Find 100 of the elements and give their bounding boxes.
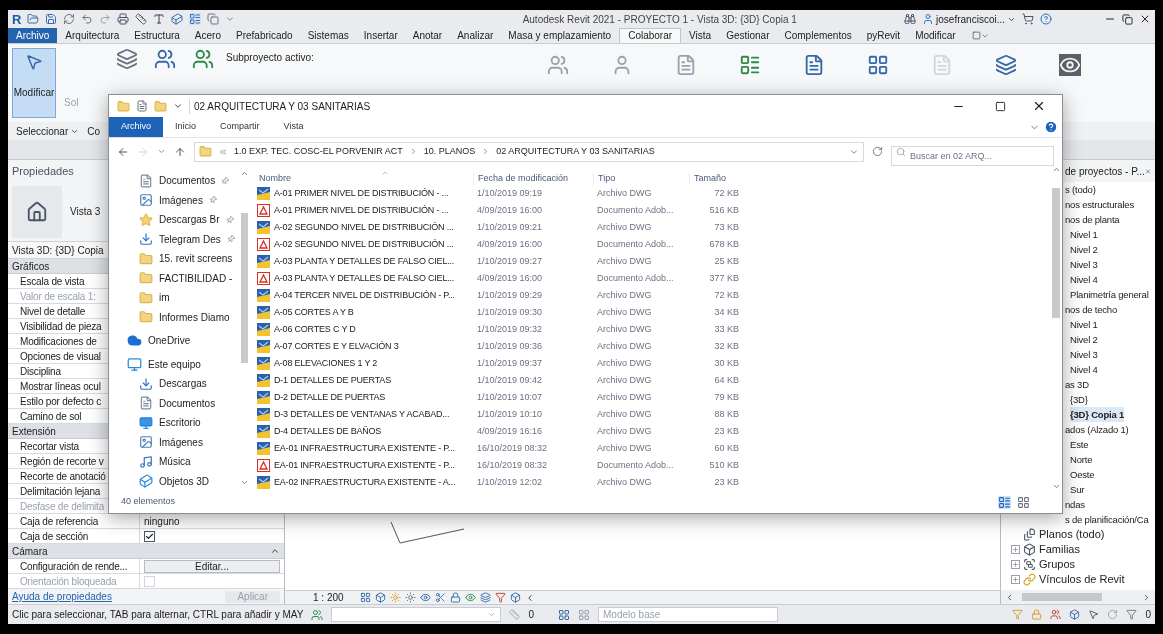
address-bar[interactable]: 1.0 EXP. TEC. COSC-EL PORVENIR ACT 10. PLANOS 02 ARQUITECTURA Y 03 SANITARIAS — [194, 141, 864, 162]
file-row[interactable]: A-06 CORTES C Y D 1/10/2019 09:32 Archivo DWG 33 KB — [257, 321, 1050, 338]
tree-item[interactable]: {3D} — [1070, 392, 1088, 407]
tree-item[interactable]: Nivel 4 — [1070, 362, 1098, 377]
detail-level-icon[interactable] — [359, 592, 371, 603]
nav-item[interactable]: Informes Diamo — [159, 309, 230, 325]
nav-item[interactable]: Telegram Des — [159, 231, 221, 247]
nav-scrollbar[interactable] — [239, 169, 249, 487]
visual-style-icon[interactable] — [374, 592, 386, 603]
view-scale[interactable]: 1 : 200 — [293, 590, 356, 605]
ribbon-tab[interactable]: pyRevit — [859, 28, 908, 43]
nav-item[interactable]: Imágenes — [159, 434, 203, 450]
tree-item[interactable]: s de planificación/Ca — [1065, 512, 1149, 527]
ribbon-tab[interactable]: Compartir — [208, 117, 272, 137]
drag-icon[interactable] — [1088, 609, 1100, 620]
ribbon-tab[interactable]: Masa y emplazamiento — [501, 28, 619, 43]
tree-item[interactable]: Vínculos de Revit — [1039, 571, 1125, 588]
scroll-right-icon[interactable] — [1142, 592, 1151, 602]
close-icon[interactable] — [1139, 13, 1151, 25]
breadcrumb[interactable]: 02 ARQUITECTURA Y 03 SANITARIAS — [496, 144, 655, 159]
nav-item[interactable]: Música — [159, 454, 191, 470]
layers-icon[interactable] — [995, 54, 1017, 76]
tree-item[interactable]: Nivel 2 — [1070, 332, 1098, 347]
tree-item[interactable]: Oeste — [1070, 467, 1095, 482]
tree-item[interactable]: nos estructurales — [1065, 197, 1134, 212]
customize-icon[interactable] — [173, 101, 183, 111]
file-row[interactable]: EA-01 INFRAESTRUCTURA EXISTENTE - P... 16/10/2019 08:32 Archivo DWG 60 KB — [257, 440, 1050, 457]
large-icons-view-icon[interactable] — [1017, 495, 1030, 509]
select-dropdown[interactable]: Seleccionar — [16, 123, 80, 139]
nav-item[interactable]: FACTIBILIDAD - — [159, 270, 233, 286]
properties-icon[interactable] — [136, 100, 148, 112]
ribbon-tab[interactable]: Modificar — [908, 28, 963, 43]
file-row[interactable]: EA-01 INFRAESTRUCTURA EXISTENTE - P... 16/10/2019 08:32 Documento Adob... 510 KB — [257, 457, 1050, 474]
ribbon-tab[interactable]: Acero — [187, 28, 228, 43]
tree-item[interactable]: Nivel 1 — [1070, 317, 1098, 332]
ribbon-tab[interactable]: Archivo — [109, 117, 163, 137]
ribbon-tab[interactable]: Colaborar — [619, 28, 682, 43]
ribbon-tab[interactable]: Complementos — [777, 28, 859, 43]
scroll-left-icon[interactable] — [1005, 592, 1014, 602]
nav-item[interactable]: Este equipo — [148, 356, 201, 372]
column-header[interactable]: Tipo — [593, 171, 689, 185]
checkbox[interactable] — [144, 530, 155, 542]
help-icon[interactable] — [1040, 13, 1052, 25]
worksharing-icon[interactable] — [311, 608, 324, 621]
nav-item[interactable]: Imágenes — [159, 192, 203, 208]
tree-item[interactable]: ados (Alzado 1) — [1065, 422, 1129, 437]
file-row[interactable]: A-07 CORTES E Y ELVACIÓN 3 1/10/2019 09:36 Archivo DWG 32 KB — [257, 338, 1050, 355]
section-box-icon[interactable] — [509, 592, 521, 603]
tree-item[interactable]: Nivel 3 — [1070, 257, 1098, 272]
tree-item[interactable]: Norte — [1070, 452, 1093, 467]
up-icon[interactable] — [174, 145, 186, 158]
recent-icon[interactable] — [157, 147, 166, 156]
refresh-icon[interactable] — [872, 146, 883, 157]
list-scrollbar[interactable] — [1050, 165, 1062, 491]
filter-icon[interactable] — [494, 592, 506, 603]
scrollbar-thumb[interactable] — [1022, 593, 1102, 601]
tree-item[interactable]: Familias — [1039, 541, 1080, 558]
expand-icon[interactable] — [1011, 575, 1020, 584]
close-icon[interactable] — [1032, 99, 1046, 113]
file-row[interactable]: D-1 DETALLES DE PUERTAS 1/10/2019 09:42 Archivo DWG 64 KB — [257, 372, 1050, 389]
nav-item[interactable]: Objetos 3D — [159, 473, 210, 489]
tree-item[interactable]: Planimetría general — [1070, 287, 1149, 302]
file-row[interactable]: A-05 CORTES A Y B 1/10/2019 09:30 Archivo DWG 34 KB — [257, 304, 1050, 321]
restore-icon[interactable] — [1122, 13, 1133, 25]
tree-item[interactable]: Planos (todo) — [1039, 526, 1105, 543]
file-row[interactable]: A-01 PRIMER NIVEL DE DISTRIBUCIÓN - ... 4/09/2019 16:00 Documento Adob... 516 KB — [257, 202, 1050, 219]
refresh-icon[interactable] — [1107, 609, 1119, 620]
save-icon[interactable] — [45, 13, 58, 25]
cart-icon[interactable] — [1022, 13, 1034, 25]
tree-item[interactable]: nos de planta — [1065, 212, 1120, 227]
details-view-icon[interactable] — [998, 495, 1011, 509]
tree-item[interactable]: {3D} Copia 1 — [1070, 407, 1125, 422]
nav-item[interactable]: im — [159, 290, 170, 306]
file-row[interactable]: A-04 TERCER NIVEL DE DISTRIBUCIÓN - P... 1/10/2019 09:29 Archivo DWG 72 KB — [257, 287, 1050, 304]
nav-item[interactable]: OneDrive — [148, 333, 191, 349]
ribbon-tab[interactable]: Vista — [682, 28, 719, 43]
maximize-icon[interactable] — [995, 100, 1006, 112]
crop-icon[interactable] — [434, 592, 446, 603]
nav-item[interactable]: Documentos — [159, 173, 216, 189]
tree-item[interactable]: Este — [1070, 437, 1089, 452]
tree-item[interactable]: as 3D — [1065, 377, 1089, 392]
filter-icon[interactable] — [1126, 609, 1138, 620]
file-row[interactable]: A-03 PLANTA Y DETALLES DE FALSO CIEL... 4/09/2019 16:00 Documento Adob... 377 KB — [257, 270, 1050, 287]
tree-item[interactable]: Grupos — [1039, 556, 1076, 573]
ribbon-tab[interactable]: Inicio — [163, 117, 209, 137]
sync-icon[interactable] — [63, 13, 76, 25]
grid-icon[interactable] — [867, 54, 889, 76]
workset-icon[interactable] — [116, 48, 138, 70]
list-icon[interactable] — [739, 54, 761, 76]
file-row[interactable]: EA-02 INFRAESTRUCTURA EXISTENTE - A... 1/10/2019 12:02 Archivo DWG 23 KB — [257, 474, 1050, 491]
file-row[interactable]: A-02 SEGUNDO NIVEL DE DISTRIBUCIÓN ... 4/09/2019 16:00 Documento Adob... 678 KB — [257, 236, 1050, 253]
tree-item[interactable]: ndas — [1065, 497, 1085, 512]
binoculars-icon[interactable] — [904, 13, 917, 25]
nav-item[interactable]: Descargas — [159, 376, 207, 392]
file-row[interactable]: A-03 PLANTA Y DETALLES DE FALSO CIEL... 1/10/2019 09:27 Archivo DWG 25 KB — [257, 253, 1050, 270]
group-users-icon[interactable] — [192, 48, 214, 70]
redo-icon[interactable] — [99, 13, 112, 25]
document-icon[interactable] — [675, 54, 697, 76]
ribbon-tab[interactable]: Vista — [271, 117, 316, 137]
help-link[interactable]: Ayuda de propiedades — [12, 589, 112, 604]
